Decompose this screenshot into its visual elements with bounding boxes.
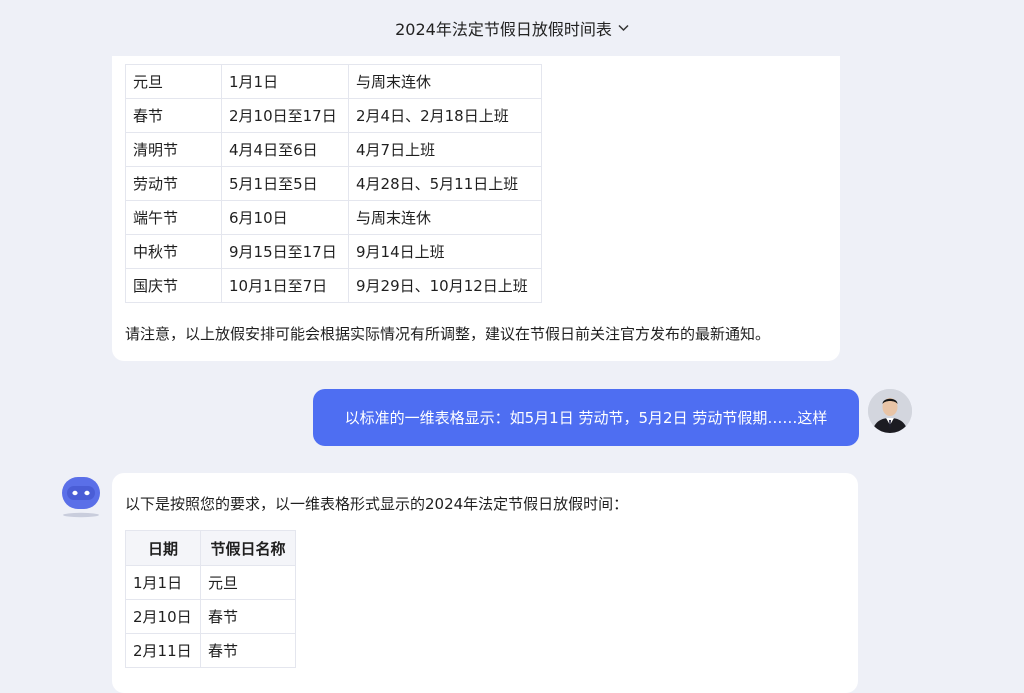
table-row: 清明节 4月4日至6日 4月7日上班 <box>125 132 542 167</box>
table-cell: 1月1日 <box>221 64 349 99</box>
table-row: 元旦 1月1日 与周末连休 <box>125 64 542 99</box>
table-cell: 国庆节 <box>125 268 222 303</box>
table-cell: 元旦 <box>125 64 222 99</box>
table-row: 端午节 6月10日 与周末连休 <box>125 200 542 235</box>
table-cell: 春节 <box>125 98 222 133</box>
table-cell: 与周末连休 <box>348 200 542 235</box>
table-cell: 6月10日 <box>221 200 349 235</box>
holiday-schedule-table: 元旦 1月1日 与周末连休 春节 2月10日至17日 2月4日、2月18日上班 … <box>125 64 542 303</box>
column-header-holiday: 节假日名称 <box>200 530 296 566</box>
message-note: 请注意，以上放假安排可能会根据实际情况有所调整，建议在节假日前关注官方发布的最新… <box>125 325 771 343</box>
user-message-text: 以标准的一维表格显示：如5月1日 劳动节，5月2日 劳动节假期……这样 <box>344 409 828 427</box>
table-row: 春节 2月10日至17日 2月4日、2月18日上班 <box>125 98 542 133</box>
table-cell: 端午节 <box>125 200 222 235</box>
table-row: 国庆节 10月1日至7日 9月29日、10月12日上班 <box>125 268 542 303</box>
table-cell: 9月14日上班 <box>348 234 542 269</box>
table-cell: 2月10日至17日 <box>221 98 349 133</box>
table-row: 中秋节 9月15日至17日 9月14日上班 <box>125 234 542 269</box>
bot-message-bubble: 以下是按照您的要求，以一维表格形式显示的2024年法定节假日放假时间： 日期 节… <box>112 473 858 693</box>
user-message-bubble: 以标准的一维表格显示：如5月1日 劳动节，5月2日 劳动节假期……这样 <box>313 389 859 446</box>
message-intro: 以下是按照您的要求，以一维表格形式显示的2024年法定节假日放假时间： <box>125 495 629 513</box>
table-cell: 5月1日至5日 <box>221 166 349 201</box>
table-cell: 春节 <box>200 599 296 634</box>
table-cell: 劳动节 <box>125 166 222 201</box>
chevron-down-icon[interactable] <box>618 21 629 35</box>
table-row: 1月1日 元旦 <box>125 565 296 600</box>
table-cell: 与周末连休 <box>348 64 542 99</box>
table-cell: 1月1日 <box>125 565 201 600</box>
table-cell: 9月29日、10月12日上班 <box>348 268 542 303</box>
table-row: 劳动节 5月1日至5日 4月28日、5月11日上班 <box>125 166 542 201</box>
table-cell: 元旦 <box>200 565 296 600</box>
table-cell: 4月7日上班 <box>348 132 542 167</box>
bot-message-bubble: 元旦 1月1日 与周末连休 春节 2月10日至17日 2月4日、2月18日上班 … <box>112 40 840 361</box>
table-cell: 中秋节 <box>125 234 222 269</box>
table-cell: 10月1日至7日 <box>221 268 349 303</box>
bot-avatar-icon <box>58 475 104 521</box>
column-header-date: 日期 <box>125 530 201 566</box>
table-cell: 春节 <box>200 633 296 668</box>
table-cell: 清明节 <box>125 132 222 167</box>
conversation-title: 2024年法定节假日放假时间表 <box>395 20 612 39</box>
table-cell: 9月15日至17日 <box>221 234 349 269</box>
conversation-title-bar[interactable]: 2024年法定节假日放假时间表 <box>0 0 1024 56</box>
table-cell: 4月28日、5月11日上班 <box>348 166 542 201</box>
table-cell: 2月4日、2月18日上班 <box>348 98 542 133</box>
user-avatar[interactable] <box>868 389 912 433</box>
holiday-date-table: 日期 节假日名称 1月1日 元旦 2月10日 春节 2月11日 春节 <box>125 530 296 668</box>
table-row: 2月11日 春节 <box>125 633 296 668</box>
table-header-row: 日期 节假日名称 <box>125 530 296 566</box>
table-cell: 2月11日 <box>125 633 201 668</box>
table-row: 2月10日 春节 <box>125 599 296 634</box>
table-cell: 2月10日 <box>125 599 201 634</box>
table-cell: 4月4日至6日 <box>221 132 349 167</box>
